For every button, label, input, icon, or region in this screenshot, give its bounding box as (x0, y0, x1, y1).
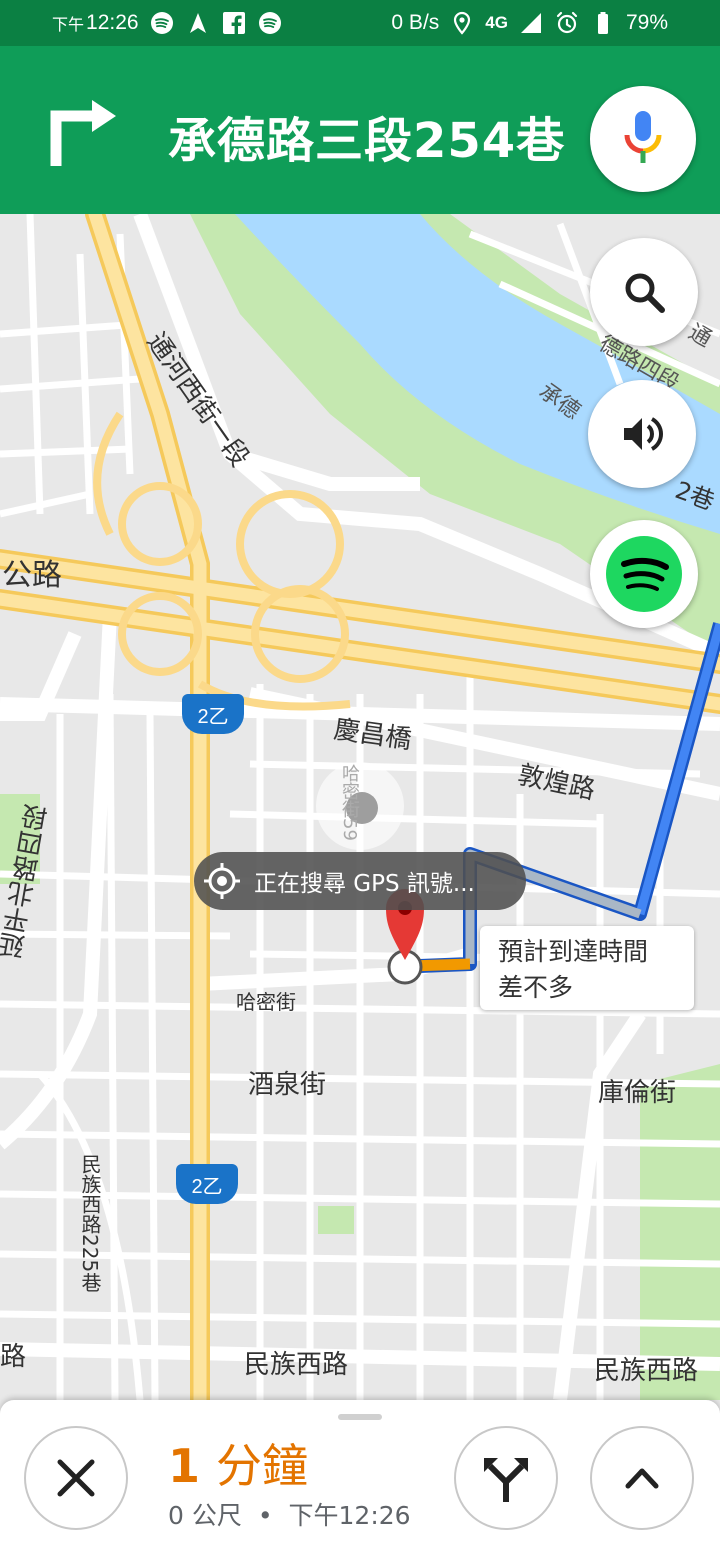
route-fork-icon (484, 1458, 528, 1502)
net-speed: 0 B/s (391, 11, 440, 34)
map-view[interactable]: 通河西街一段 公路 慶昌橋 敦煌路 延平北路四段 哈密街 酒泉街 庫倫街 民族西… (0, 214, 720, 1400)
spotify-notification-icon (149, 10, 175, 36)
label-faded-street: 哈密街59 (339, 764, 360, 841)
search-along-route-button[interactable] (590, 238, 698, 346)
arrival-time: 下午12:26 (288, 1501, 411, 1530)
chevron-up-icon (625, 1468, 659, 1489)
network-type: 4G (485, 13, 508, 32)
eta-callout-line1: 預計到達時間 (498, 937, 649, 966)
label-minzu-w-rd-right: 民族西路 (594, 1356, 699, 1386)
label-jiuquan-st: 酒泉街 (248, 1070, 327, 1100)
route-shield: 2乙 (176, 1164, 238, 1204)
battery-icon (590, 10, 616, 36)
next-street-name: 承德路三段254巷 (168, 113, 566, 169)
label-hami-st: 哈密街 (236, 990, 296, 1014)
gps-status-banner: 正在搜尋 GPS 訊號... (194, 852, 526, 910)
gps-status-text: 正在搜尋 GPS 訊號... (254, 871, 475, 897)
trip-details: 0 公尺 • 下午12:26 (168, 1496, 411, 1532)
eta-number: 1 (168, 1439, 201, 1493)
sheet-drag-handle[interactable] (338, 1414, 382, 1420)
close-icon (57, 1459, 95, 1497)
spotify-button[interactable] (590, 520, 698, 628)
route-shield: 2乙 (182, 694, 244, 734)
voice-search-button[interactable] (590, 86, 696, 192)
location-icon (449, 10, 475, 36)
microphone-icon (624, 111, 662, 163)
label-minzu-225-lane: 民族西路225巷 (78, 1154, 102, 1293)
volume-icon (624, 417, 663, 451)
eta-callout-line2: 差不多 (498, 973, 574, 1002)
status-time: 12:26 (86, 11, 139, 34)
turn-right-icon (50, 100, 116, 166)
navigation-arrow-icon (185, 10, 211, 36)
exit-navigation-button[interactable] (24, 1426, 128, 1530)
label-highway: 公路 (2, 558, 62, 593)
eta-unit: 分鐘 (216, 1439, 309, 1493)
search-icon (625, 273, 665, 313)
spotify-icon (606, 536, 682, 612)
expand-sheet-button[interactable] (590, 1426, 694, 1530)
status-bar: 下午 12:26 0 B/s 4G 79% (0, 0, 720, 46)
signal-icon (518, 10, 544, 36)
separator-dot: • (257, 1501, 273, 1530)
alternate-routes-button[interactable] (454, 1426, 558, 1530)
eta-callout: 預計到達時間 差不多 (480, 926, 694, 1010)
status-time-prefix: 下午 (52, 17, 85, 34)
label-minzu-edge: 路 (0, 1342, 27, 1372)
spotify-notification-icon-2 (257, 10, 283, 36)
sound-button[interactable] (588, 380, 696, 488)
gps-searching-icon (204, 863, 240, 899)
battery-level: 79% (625, 11, 668, 34)
remaining-distance: 0 公尺 (168, 1501, 242, 1530)
eta-duration: 1 分鐘 (168, 1430, 308, 1496)
facebook-icon (221, 10, 247, 36)
label-kulun-st: 庫倫街 (598, 1078, 677, 1108)
label-minzu-w-rd-left: 民族西路 (244, 1350, 349, 1380)
navigation-header[interactable]: 承德路三段254巷 (0, 46, 720, 214)
alarm-icon (554, 10, 580, 36)
trip-summary-sheet[interactable]: 1 分鐘 0 公尺 • 下午12:26 (0, 1400, 720, 1560)
